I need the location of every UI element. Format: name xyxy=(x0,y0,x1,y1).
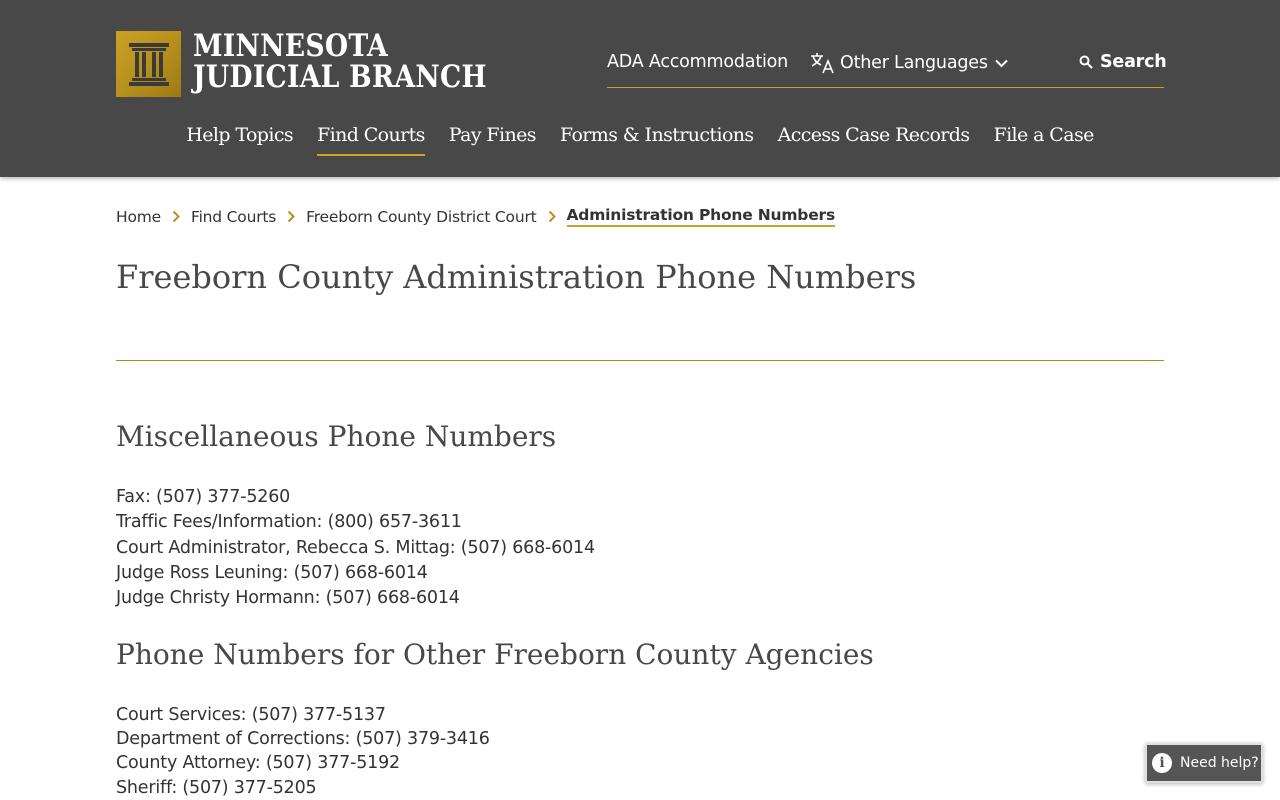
list-item: Court Services: (507) 377-5137 xyxy=(116,705,386,725)
logo-line-2: JUDICIAL BRANCH xyxy=(193,59,487,95)
list-item: Court Administrator, Rebecca S. Mittag: … xyxy=(116,537,595,558)
list-item: Traffic Fees/Information: (800) 657-3611 xyxy=(116,512,462,533)
breadcrumb-find-courts[interactable]: Find Courts xyxy=(191,208,276,226)
breadcrumb-home[interactable]: Home xyxy=(116,208,161,226)
list-item: Fax: (507) 377-5260 xyxy=(116,487,291,507)
other-languages-label: Other Languages xyxy=(840,53,988,73)
chevron-down-icon xyxy=(995,59,1008,67)
list-item: County Attorney: (507) 377-5192 xyxy=(116,753,400,774)
translate-icon xyxy=(811,53,834,74)
utility-nav: ADA Accommodation Other Languages Search xyxy=(607,50,1167,88)
chevron-right-icon xyxy=(172,210,180,223)
need-help-button[interactable]: i Need help? xyxy=(1145,743,1263,783)
logo-wordmark: MINNESOTA JUDICIAL BRANCH xyxy=(193,31,487,93)
courthouse-pillar-icon xyxy=(116,31,181,97)
list-item: Department of Corrections: (507) 379-341… xyxy=(116,729,490,750)
misc-phone-list: Fax: (507) 377-5260 Traffic Fees/Informa… xyxy=(116,485,595,611)
search-label: Search xyxy=(1100,52,1167,72)
site-header: MINNESOTA JUDICIAL BRANCH ADA Accommodat… xyxy=(0,0,1280,177)
breadcrumb-current: Administration Phone Numbers xyxy=(566,206,835,227)
other-agencies-list: Court Services: (507) 377-5137 Departmen… xyxy=(116,703,490,800)
nav-forms-instructions[interactable]: Forms & Instructions xyxy=(560,124,754,154)
page-title: Freeborn County Administration Phone Num… xyxy=(116,258,917,296)
nav-pay-fines[interactable]: Pay Fines xyxy=(449,124,537,154)
info-icon: i xyxy=(1152,753,1172,773)
chevron-right-icon xyxy=(548,210,556,223)
chevron-right-icon xyxy=(287,210,296,223)
list-item: Judge Christy Hormann: (507) 668-6014 xyxy=(116,588,460,609)
need-help-label: Need help? xyxy=(1180,755,1259,771)
nav-help-topics[interactable]: Help Topics xyxy=(186,124,293,154)
list-item: Sheriff: (507) 377-5205 xyxy=(116,777,317,798)
site-logo-link[interactable]: MINNESOTA JUDICIAL BRANCH xyxy=(116,31,535,97)
breadcrumb: Home Find Courts Freeborn County Distric… xyxy=(116,206,835,227)
nav-access-case-records[interactable]: Access Case Records xyxy=(778,124,971,154)
nav-file-a-case[interactable]: File a Case xyxy=(994,124,1095,154)
ada-accommodation-link[interactable]: ADA Accommodation xyxy=(607,52,788,72)
list-item: Judge Ross Leuning: (507) 668-6014 xyxy=(116,562,428,583)
search-icon xyxy=(1079,55,1093,69)
nav-find-courts[interactable]: Find Courts xyxy=(317,124,425,156)
logo-line-1: MINNESOTA xyxy=(193,28,388,64)
title-divider xyxy=(116,360,1164,361)
search-button[interactable]: Search xyxy=(1079,52,1167,72)
other-agencies-heading: Phone Numbers for Other Freeborn County … xyxy=(116,638,874,671)
main-nav: Help Topics Find Courts Pay Fines Forms … xyxy=(0,124,1280,156)
misc-phone-heading: Miscellaneous Phone Numbers xyxy=(116,420,557,453)
breadcrumb-freeborn-district-court[interactable]: Freeborn County District Court xyxy=(306,208,537,226)
other-languages-dropdown[interactable]: Other Languages xyxy=(810,52,1008,74)
